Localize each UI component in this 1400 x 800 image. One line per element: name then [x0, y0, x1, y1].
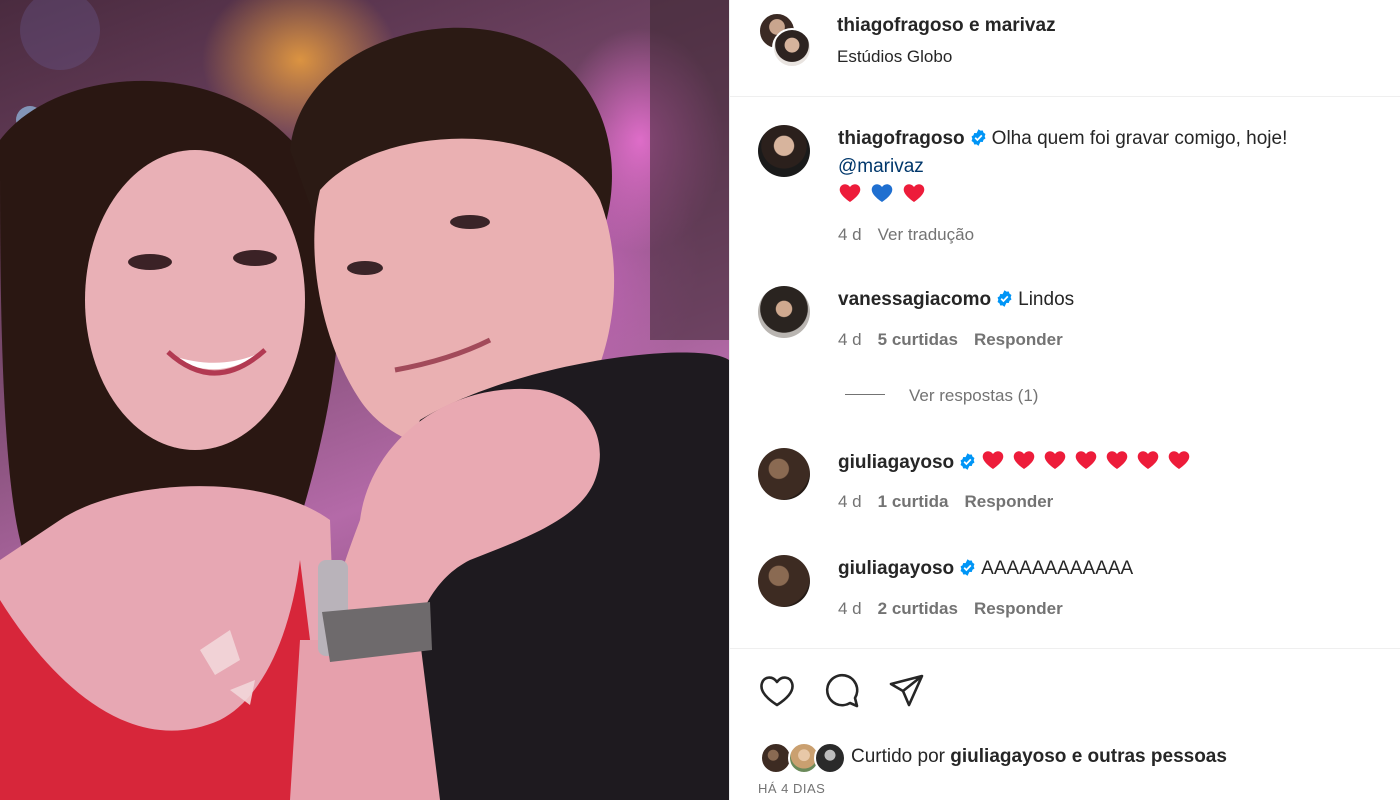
- view-replies-button[interactable]: Ver respostas (1): [845, 386, 1038, 406]
- avatar-marivaz[interactable]: [772, 28, 812, 68]
- author-conjunction: e: [963, 15, 985, 36]
- reply-button[interactable]: Responder: [974, 599, 1063, 618]
- verified-icon: [960, 453, 975, 470]
- caption-username[interactable]: thiagofragoso: [838, 128, 965, 149]
- hearts-icon: [839, 184, 925, 202]
- reply-button[interactable]: Responder: [965, 492, 1054, 511]
- hearts-icon: [982, 451, 1190, 469]
- comment-age[interactable]: 4 d: [838, 599, 862, 618]
- liked-by: Curtido por giuliagayoso e outras pessoa…: [760, 742, 1360, 774]
- comment-body: AAAAAAAAAAAA: [981, 558, 1134, 579]
- verified-icon: [960, 559, 975, 576]
- heart-icon[interactable]: [757, 671, 797, 711]
- caption-age[interactable]: 4 d: [838, 225, 862, 244]
- verified-icon: [971, 129, 986, 146]
- post-author-title: thiagofragoso e marivaz: [837, 15, 1056, 37]
- comment-body: [981, 448, 1201, 481]
- caption-avatar[interactable]: [758, 125, 810, 177]
- comment-text: giuliagayoso: [838, 448, 1201, 481]
- comment-meta: 4 d 5 curtidas Responder: [838, 330, 1079, 350]
- comment-avatar[interactable]: [758, 286, 810, 338]
- translate-link[interactable]: Ver tradução: [878, 225, 974, 244]
- comment-meta: 4 d 2 curtidas Responder: [838, 599, 1079, 619]
- caption-meta: 4 d Ver tradução: [838, 225, 990, 245]
- caption-emoji: [838, 181, 934, 214]
- comment-avatar[interactable]: [758, 555, 810, 607]
- comment-body: Lindos: [1018, 289, 1075, 310]
- author-link-thiagofragoso[interactable]: thiagofragoso: [837, 15, 964, 36]
- comment-likes[interactable]: 1 curtida: [878, 492, 949, 511]
- post-date[interactable]: HÁ 4 DIAS: [758, 781, 825, 796]
- comment-icon[interactable]: [822, 671, 862, 711]
- author-link-marivaz[interactable]: marivaz: [985, 15, 1056, 36]
- caption-body: Olha quem foi gravar comigo, hoje!: [991, 128, 1288, 149]
- comment-likes[interactable]: 2 curtidas: [878, 599, 958, 618]
- location-link[interactable]: Estúdios Globo: [837, 47, 952, 67]
- comment-text: vanessagiacomo Lindos: [838, 286, 1074, 314]
- comment-age[interactable]: 4 d: [838, 330, 862, 349]
- share-icon[interactable]: [887, 671, 927, 711]
- post-header: thiagofragoso e marivaz Estúdios Globo: [730, 0, 1400, 97]
- comment-text: giuliagayoso AAAAAAAAAAAA: [838, 555, 1133, 583]
- post-details-panel: thiagofragoso e marivaz Estúdios Globo t…: [729, 0, 1400, 800]
- comment-likes[interactable]: 5 curtidas: [878, 330, 958, 349]
- comment-username[interactable]: giuliagayoso: [838, 452, 954, 473]
- replies-divider: [845, 394, 885, 395]
- comment-username[interactable]: vanessagiacomo: [838, 289, 991, 310]
- caption-text: thiagofragoso Olha quem foi gravar comigo…: [838, 125, 1378, 214]
- liked-by-user[interactable]: giuliagayoso: [950, 746, 1066, 767]
- post-photo[interactable]: [0, 0, 729, 800]
- liker-avatar[interactable]: [814, 742, 846, 774]
- liked-by-text: Curtido por giuliagayoso e outras pessoa…: [851, 746, 1227, 768]
- post-actions: Curtido por giuliagayoso e outras pessoa…: [730, 648, 1400, 800]
- view-replies-label: Ver respostas (1): [909, 386, 1039, 405]
- comment-meta: 4 d 1 curtida Responder: [838, 492, 1069, 512]
- reply-button[interactable]: Responder: [974, 330, 1063, 349]
- comment-username[interactable]: giuliagayoso: [838, 558, 954, 579]
- comment-avatar[interactable]: [758, 448, 810, 500]
- collab-avatars[interactable]: [758, 12, 814, 68]
- caption-mention[interactable]: @marivaz: [838, 156, 924, 177]
- verified-icon: [997, 290, 1012, 307]
- selfie-illustration: [0, 0, 729, 800]
- liked-by-prefix: Curtido por: [851, 746, 951, 767]
- comment-age[interactable]: 4 d: [838, 492, 862, 511]
- liked-by-others[interactable]: e outras pessoas: [1066, 746, 1227, 767]
